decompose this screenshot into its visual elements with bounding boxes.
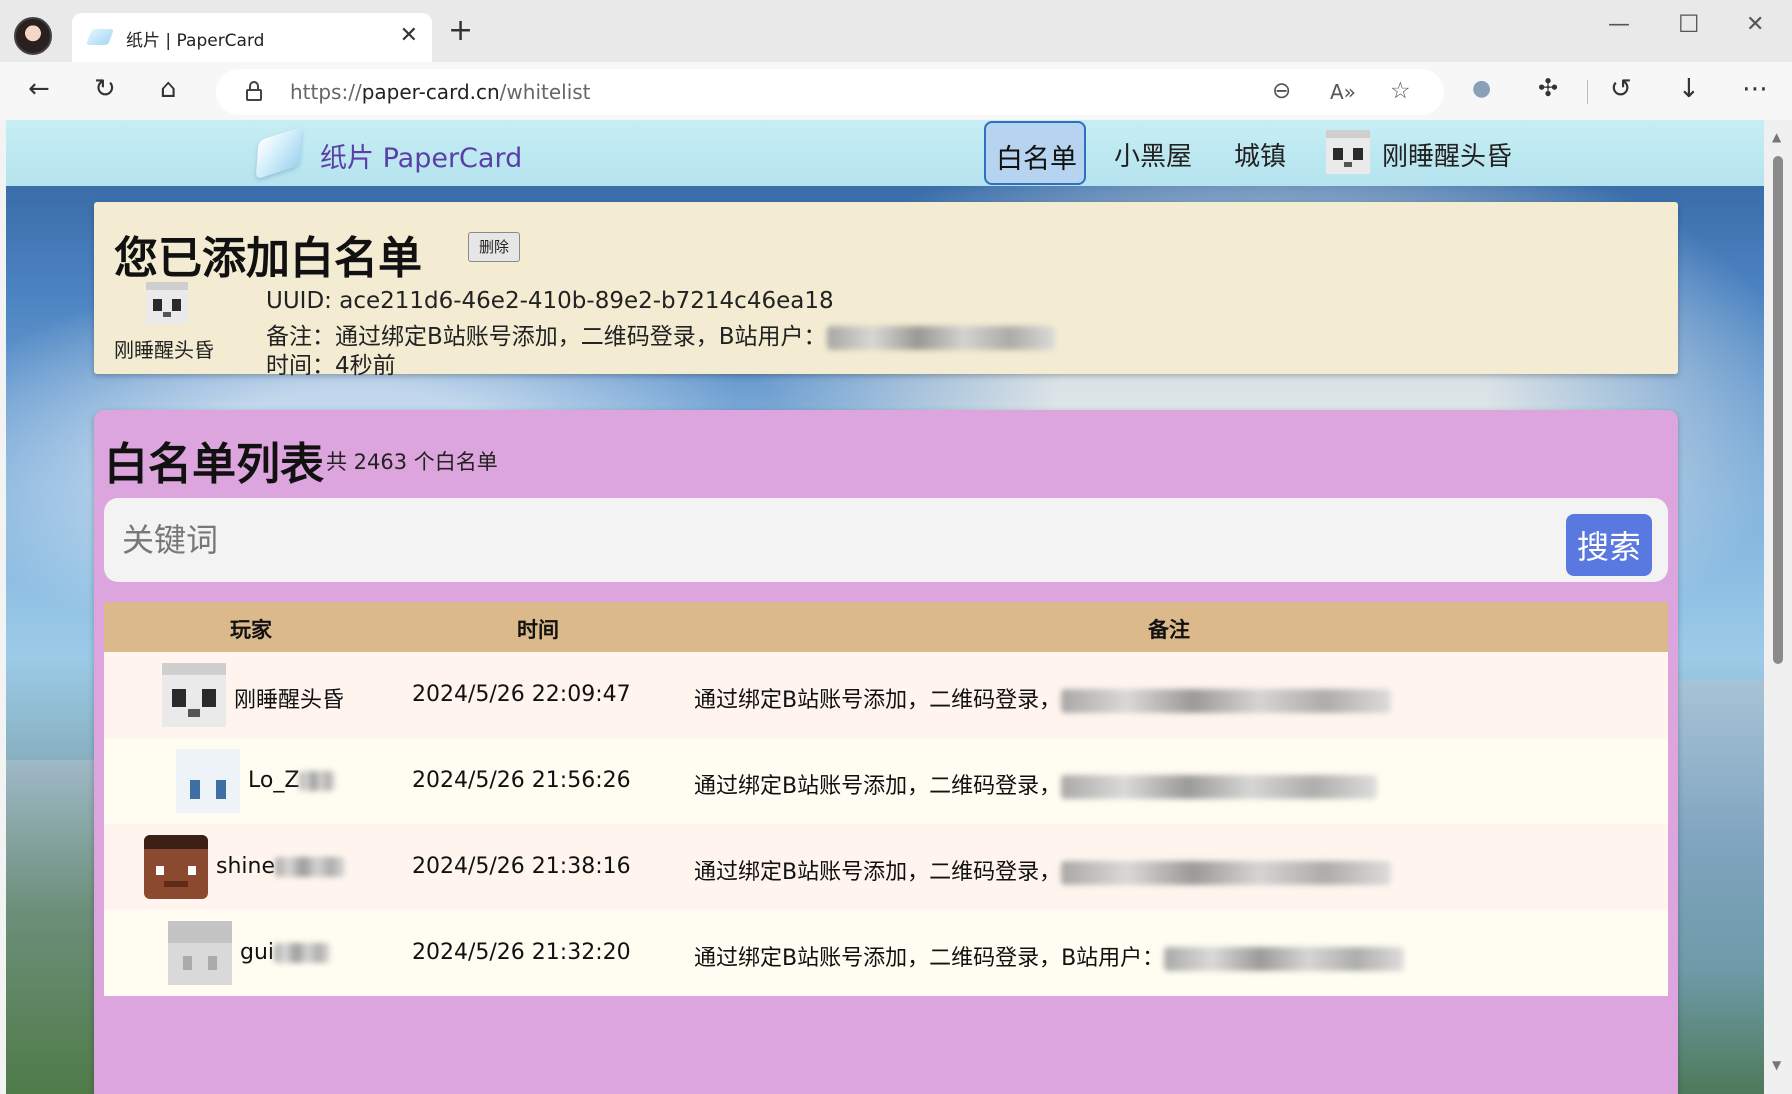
player-cell: Lo_Z <box>104 738 394 824</box>
browser-tab-bar: 纸片 | PaperCard ✕ + — ☐ ✕ <box>0 0 1792 62</box>
back-icon[interactable]: ← <box>28 76 50 102</box>
table-row[interactable]: shine 2024/5/26 21:38:16 通过绑定B站账号添加，二维码登… <box>104 824 1668 910</box>
player-name: Lo_Z <box>248 768 336 793</box>
zoom-out-icon[interactable]: ⊖ <box>1272 78 1291 104</box>
redacted-text <box>1061 775 1378 799</box>
search-button[interactable]: 搜索 <box>1566 514 1652 576</box>
address-bar[interactable]: https://paper-card.cn/whitelist ⊖ A» ☆ <box>216 69 1444 115</box>
browser-tab[interactable]: 纸片 | PaperCard ✕ <box>72 13 432 62</box>
page-viewport: 纸片 PaperCard 白名单 小黑屋 城镇 刚睡醒头昏 您已添加白名单 删除… <box>6 120 1764 1094</box>
close-window-icon[interactable]: ✕ <box>1746 12 1764 37</box>
redacted-text <box>1061 861 1392 885</box>
redacted-text <box>1061 689 1392 713</box>
header-note: 备注 <box>1148 618 1190 642</box>
redacted-text <box>826 325 1055 350</box>
added-uuid: UUID: ace211d6-46e2-410b-89e2-b7214c46ea… <box>266 288 834 314</box>
history-icon[interactable]: ↺ <box>1610 76 1632 102</box>
delete-button[interactable]: 删除 <box>468 232 521 262</box>
browser-toolbar: ← ↻ ⌂ https://paper-card.cn/whitelist ⊖ … <box>0 62 1792 120</box>
papercard-logo-icon[interactable] <box>250 126 310 180</box>
nav-item-user[interactable]: 刚睡醒头昏 <box>1382 136 1512 173</box>
search-box: 搜索 <box>104 498 1668 582</box>
new-tab-icon[interactable]: + <box>448 16 473 46</box>
added-title: 您已添加白名单 <box>114 233 422 284</box>
added-player-name: 刚睡醒头昏 <box>114 338 214 362</box>
table-row[interactable]: Lo_Z 2024/5/26 21:56:26 通过绑定B站账号添加，二维码登录… <box>104 738 1668 824</box>
extension-icon[interactable]: ✣ <box>1538 76 1558 100</box>
site-navbar: 纸片 PaperCard 白名单 小黑屋 城镇 刚睡醒头昏 <box>6 120 1764 186</box>
papercard-favicon-icon <box>86 29 114 45</box>
redacted-text <box>299 771 336 791</box>
redacted-text <box>274 943 331 963</box>
nav-item-whitelist-label: 白名单 <box>996 144 1077 175</box>
player-name: 刚睡醒头昏 <box>234 688 345 713</box>
player-cell: gui <box>104 910 394 996</box>
added-time: 时间：4秒前 <box>266 353 396 379</box>
toolbar-separator <box>1587 80 1588 104</box>
lock-icon[interactable] <box>246 81 262 101</box>
row-note: 通过绑定B站账号添加，二维码登录， <box>694 854 1392 886</box>
table-row[interactable]: 刚睡醒头昏 2024/5/26 22:09:47 通过绑定B站账号添加，二维码登… <box>104 652 1668 738</box>
redacted-text <box>275 857 345 877</box>
nav-item-towns[interactable]: 城镇 <box>1234 136 1286 173</box>
redacted-text <box>1164 947 1405 971</box>
table-header: 玩家 时间 备注 <box>104 602 1668 652</box>
player-cell: shine <box>104 824 394 910</box>
added-player-avatar <box>146 282 188 324</box>
user-avatar[interactable] <box>1326 130 1370 174</box>
row-time: 2024/5/26 21:38:16 <box>412 854 631 879</box>
row-note: 通过绑定B站账号添加，二维码登录， <box>694 768 1378 800</box>
scroll-up-icon[interactable]: ▲ <box>1772 130 1781 144</box>
player-cell: 刚睡醒头昏 <box>104 652 394 738</box>
added-whitelist-card: 您已添加白名单 删除 刚睡醒头昏 UUID: ace211d6-46e2-410… <box>94 202 1678 379</box>
maximize-icon[interactable]: ☐ <box>1678 10 1700 38</box>
more-icon[interactable]: ⋯ <box>1742 76 1768 102</box>
refresh-icon[interactable]: ↻ <box>94 76 116 102</box>
player-avatar <box>162 663 226 727</box>
header-player: 玩家 <box>230 618 272 642</box>
player-avatar <box>176 749 240 813</box>
player-avatar <box>144 835 208 899</box>
profile-avatar[interactable] <box>14 17 52 55</box>
nav-item-whitelist[interactable]: 白名单 <box>984 121 1086 185</box>
read-aloud-icon[interactable]: A» <box>1330 80 1356 104</box>
search-input[interactable] <box>122 512 1522 568</box>
row-time: 2024/5/26 21:56:26 <box>412 768 631 793</box>
close-tab-icon[interactable]: ✕ <box>400 23 418 48</box>
table-row[interactable]: gui 2024/5/26 21:32:20 通过绑定B站账号添加，二维码登录，… <box>104 910 1668 996</box>
row-time: 2024/5/26 22:09:47 <box>412 682 631 707</box>
row-note: 通过绑定B站账号添加，二维码登录， <box>694 682 1392 714</box>
nav-item-blackroom[interactable]: 小黑屋 <box>1114 136 1192 173</box>
whitelist-list-card: 白名单列表 共 2463 个白名单 搜索 玩家 时间 备注 刚睡醒头昏 <box>94 410 1678 1094</box>
site-name[interactable]: 纸片 PaperCard <box>320 136 522 175</box>
player-name: shine <box>216 854 345 879</box>
player-name: gui <box>240 940 331 965</box>
download-icon[interactable]: ↓ <box>1678 76 1700 102</box>
minimize-icon[interactable]: — <box>1608 12 1630 37</box>
home-icon[interactable]: ⌂ <box>160 76 177 102</box>
header-time: 时间 <box>517 618 559 642</box>
player-avatar <box>168 921 232 985</box>
tab-title: 纸片 | PaperCard <box>126 31 265 51</box>
whitelist-table: 玩家 时间 备注 刚睡醒头昏 2024/5/26 22:09:47 通过绑定B站… <box>104 602 1668 996</box>
row-time: 2024/5/26 21:32:20 <box>412 940 631 965</box>
row-note: 通过绑定B站账号添加，二维码登录，B站用户： <box>694 940 1405 972</box>
url-text[interactable]: https://paper-card.cn/whitelist <box>290 80 591 104</box>
table-body: 刚睡醒头昏 2024/5/26 22:09:47 通过绑定B站账号添加，二维码登… <box>104 652 1668 996</box>
list-count: 共 2463 个白名单 <box>326 450 498 474</box>
scroll-thumb[interactable] <box>1773 156 1783 664</box>
page-scrollbar[interactable]: ▲ ▼ <box>1764 120 1792 1094</box>
extension-circle-icon[interactable]: ● <box>1472 78 1491 100</box>
list-title: 白名单列表 <box>104 439 324 490</box>
favorite-icon[interactable]: ☆ <box>1390 78 1411 104</box>
scroll-down-icon[interactable]: ▼ <box>1772 1058 1781 1072</box>
